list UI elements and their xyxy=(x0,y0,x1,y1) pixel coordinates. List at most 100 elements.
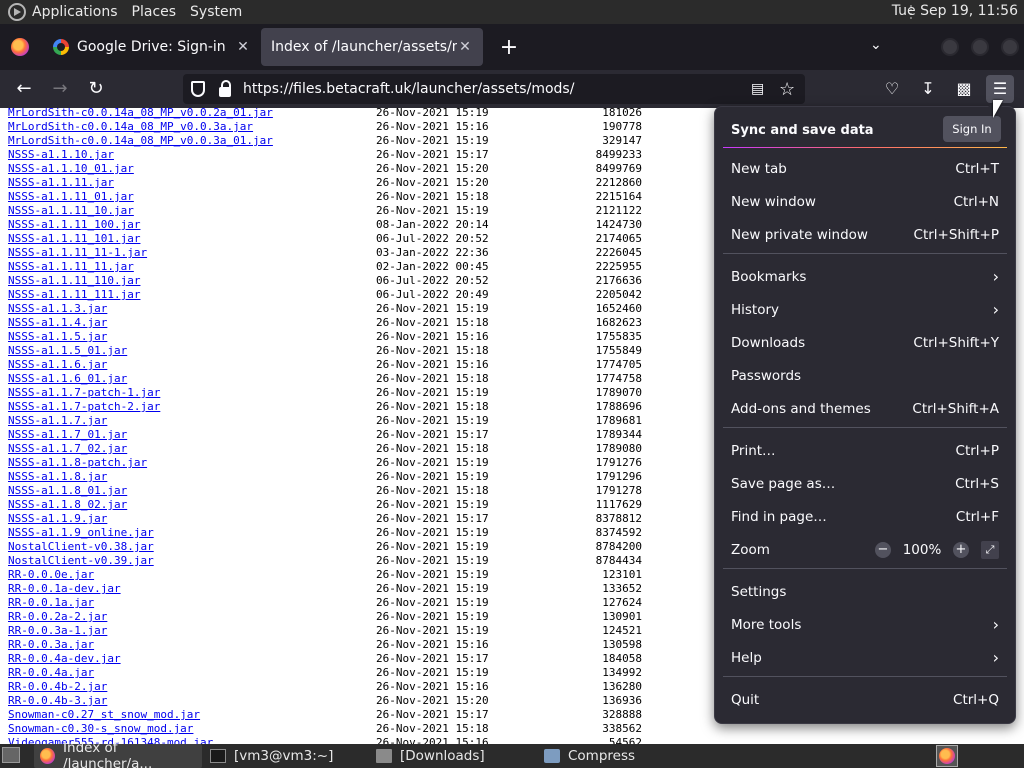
menu-item-more-tools[interactable]: More tools › xyxy=(723,609,1007,640)
file-link[interactable]: RR-0.0.4b-2.jar xyxy=(8,680,376,694)
menu-item-zoom[interactable]: Zoom −100% + ⤢ xyxy=(723,534,1007,565)
file-link[interactable]: NSSS-a1.1.9.jar xyxy=(8,512,376,526)
minimize-window-button[interactable] xyxy=(941,38,959,56)
file-link[interactable]: NSSS-a1.1.8.jar xyxy=(8,470,376,484)
file-link[interactable]: RR-0.0.3a.jar xyxy=(8,638,376,652)
app-menu-icon[interactable]: ☰ xyxy=(986,75,1014,103)
file-link[interactable]: NSSS-a1.1.11.jar xyxy=(8,176,376,190)
menu-item-save-page-as[interactable]: Save page as… Ctrl+S xyxy=(723,468,1007,499)
file-link[interactable]: RR-0.0.4a.jar xyxy=(8,666,376,680)
reader-view-icon[interactable]: ▤ xyxy=(751,81,769,97)
file-link[interactable]: NSSS-a1.1.10_01.jar xyxy=(8,162,376,176)
menu-item-add-ons-and-themes[interactable]: Add-ons and themes Ctrl+Shift+A xyxy=(723,393,1007,424)
menu-item-new-window[interactable]: New window Ctrl+N xyxy=(723,186,1007,217)
show-desktop-icon[interactable] xyxy=(2,747,20,763)
file-link[interactable]: NSSS-a1.1.9_online.jar xyxy=(8,526,376,540)
file-link[interactable]: NSSS-a1.1.5_01.jar xyxy=(8,344,376,358)
file-link[interactable]: NSSS-a1.1.7_02.jar xyxy=(8,442,376,456)
menu-item-history[interactable]: History › xyxy=(723,294,1007,325)
zoom-out-button[interactable]: − xyxy=(875,541,891,558)
file-link[interactable]: Snowman-c0.30-s_snow_mod.jar xyxy=(8,722,376,736)
distro-logo-icon[interactable] xyxy=(8,3,26,21)
file-link[interactable]: NSSS-a1.1.10.jar xyxy=(8,148,376,162)
tab-google-drive[interactable]: Google Drive: Sign-in ✕ xyxy=(43,28,261,66)
zoom-in-button[interactable]: + xyxy=(953,541,969,558)
file-link[interactable]: NSSS-a1.1.11_110.jar xyxy=(8,274,376,288)
back-button[interactable]: ← xyxy=(12,77,36,101)
file-link[interactable]: NSSS-a1.1.6.jar xyxy=(8,358,376,372)
taskbar-item-compress[interactable]: Compress xyxy=(544,744,710,768)
tracking-protection-icon[interactable] xyxy=(191,81,205,97)
system-menu[interactable]: System xyxy=(190,4,252,20)
menu-item-passwords[interactable]: Passwords xyxy=(723,360,1007,391)
file-link[interactable]: NSSS-a1.1.4.jar xyxy=(8,316,376,330)
menu-item-print[interactable]: Print… Ctrl+P xyxy=(723,435,1007,466)
reload-button[interactable]: ↻ xyxy=(84,77,108,101)
menu-item-settings[interactable]: Settings xyxy=(723,576,1007,607)
firefox-view-icon[interactable] xyxy=(11,38,29,56)
file-link[interactable]: RR-0.0.1a-dev.jar xyxy=(8,582,376,596)
file-link[interactable]: NSSS-a1.1.8_01.jar xyxy=(8,484,376,498)
file-link[interactable]: NSSS-a1.1.5.jar xyxy=(8,330,376,344)
menu-item-help[interactable]: Help › xyxy=(723,642,1007,673)
pocket-icon[interactable]: ♡ xyxy=(881,78,903,100)
file-link[interactable]: NSSS-a1.1.7_01.jar xyxy=(8,428,376,442)
file-link[interactable]: RR-0.0.1a.jar xyxy=(8,596,376,610)
new-tab-button[interactable]: + xyxy=(497,35,521,60)
file-link[interactable]: Snowman-c0.27_st_snow_mod.jar xyxy=(8,708,376,722)
sign-in-button[interactable]: Sign In xyxy=(943,116,1001,142)
file-link[interactable]: NSSS-a1.1.7-patch-2.jar xyxy=(8,400,376,414)
applications-menu[interactable]: Applications xyxy=(32,4,128,20)
tray-firefox-icon[interactable] xyxy=(936,745,958,767)
menu-item-new-tab[interactable]: New tab Ctrl+T xyxy=(723,153,1007,184)
file-link[interactable]: NSSS-a1.1.11_11-1.jar xyxy=(8,246,376,260)
file-link[interactable]: NSSS-a1.1.11_11.jar xyxy=(8,260,376,274)
maximize-window-button[interactable] xyxy=(971,38,989,56)
file-link[interactable]: RR-0.0.4a-dev.jar xyxy=(8,652,376,666)
file-link[interactable]: NSSS-a1.1.11_100.jar xyxy=(8,218,376,232)
file-link[interactable]: MrLordSith-c0.0.14a_08_MP_v0.0.3a_01.jar xyxy=(8,134,376,148)
zoom-level[interactable]: 100% xyxy=(899,542,945,558)
file-link[interactable]: NSSS-a1.1.3.jar xyxy=(8,302,376,316)
file-link[interactable]: NostalClient-v0.39.jar xyxy=(8,554,376,568)
file-link[interactable]: NSSS-a1.1.11_01.jar xyxy=(8,190,376,204)
taskbar-item-terminal[interactable]: [vm3@vm3:~] xyxy=(206,744,372,768)
menu-item-quit[interactable]: Quit Ctrl+Q xyxy=(723,684,1007,715)
downloads-icon[interactable]: ↧ xyxy=(917,78,939,100)
file-link[interactable]: RR-0.0.2a-2.jar xyxy=(8,610,376,624)
panel-clock[interactable]: Tue Sep 19, 11:56 xyxy=(892,3,1018,19)
menu-item-find-in-page[interactable]: Find in page… Ctrl+F xyxy=(723,501,1007,532)
lock-icon[interactable] xyxy=(219,79,231,97)
url-input[interactable]: https://files.betacraft.uk/launcher/asse… xyxy=(243,81,751,97)
file-link[interactable]: NSSS-a1.1.11_10.jar xyxy=(8,204,376,218)
file-link[interactable]: NSSS-a1.1.11_101.jar xyxy=(8,232,376,246)
list-all-tabs-button[interactable]: ⌄ xyxy=(870,37,882,53)
forward-button[interactable]: → xyxy=(48,77,72,101)
file-link[interactable]: NSSS-a1.1.6_01.jar xyxy=(8,372,376,386)
places-menu[interactable]: Places xyxy=(132,4,187,20)
file-link[interactable]: RR-0.0.4b-3.jar xyxy=(8,694,376,708)
tab-close-icon[interactable]: ✕ xyxy=(235,39,251,55)
tab-index-of-mods[interactable]: Index of /launcher/assets/mods/ ✕ xyxy=(261,28,483,66)
file-link[interactable]: NSSS-a1.1.7-patch-1.jar xyxy=(8,386,376,400)
file-link[interactable]: MrLordSith-c0.0.14a_08_MP_v0.0.3a.jar xyxy=(8,120,376,134)
file-link[interactable]: RR-0.0.0e.jar xyxy=(8,568,376,582)
url-bar[interactable]: https://files.betacraft.uk/launcher/asse… xyxy=(183,74,805,104)
tab-close-icon[interactable]: ✕ xyxy=(457,39,473,55)
menu-item-bookmarks[interactable]: Bookmarks › xyxy=(723,261,1007,292)
extensions-icon[interactable]: ▩ xyxy=(953,78,975,100)
file-link[interactable]: NSSS-a1.1.8_02.jar xyxy=(8,498,376,512)
file-link[interactable]: NSSS-a1.1.8-patch.jar xyxy=(8,456,376,470)
file-link[interactable]: RR-0.0.3a-1.jar xyxy=(8,624,376,638)
file-link[interactable]: MrLordSith-c0.0.14a_08_MP_v0.0.2a_01.jar xyxy=(8,108,376,120)
bookmark-star-icon[interactable]: ☆ xyxy=(779,79,797,100)
menu-item-new-private-window[interactable]: New private window Ctrl+Shift+P xyxy=(723,219,1007,250)
taskbar-item-downloads[interactable]: [Downloads] xyxy=(376,744,542,768)
file-link[interactable]: NSSS-a1.1.11_111.jar xyxy=(8,288,376,302)
file-link[interactable]: NostalClient-v0.38.jar xyxy=(8,540,376,554)
file-link[interactable]: NSSS-a1.1.7.jar xyxy=(8,414,376,428)
fullscreen-icon[interactable]: ⤢ xyxy=(981,540,999,559)
taskbar-item-firefox[interactable]: Index of /launcher/a... xyxy=(34,740,202,772)
close-window-button[interactable] xyxy=(1001,38,1019,56)
menu-item-downloads[interactable]: Downloads Ctrl+Shift+Y xyxy=(723,327,1007,358)
